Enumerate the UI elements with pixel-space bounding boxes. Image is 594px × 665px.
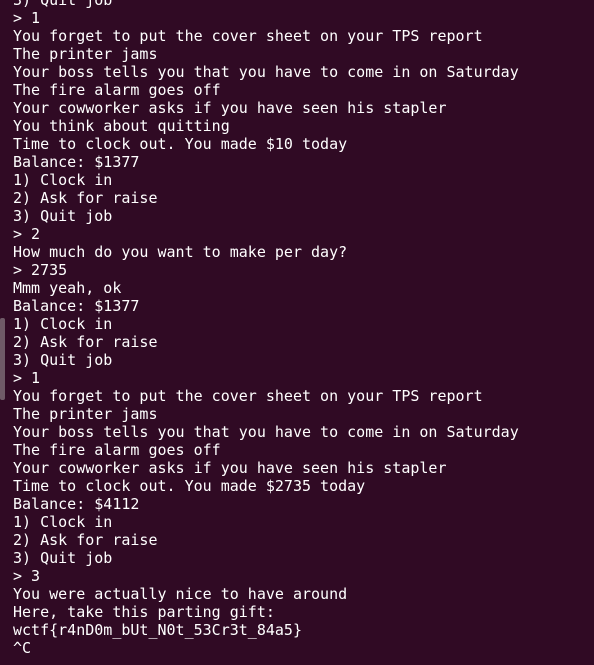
terminal-line: Your cowworker asks if you have seen his… xyxy=(13,99,447,117)
terminal-line: > 2735 xyxy=(13,261,68,279)
terminal-line: Here, take this parting gift: xyxy=(13,603,275,621)
terminal-line: 2) Ask for raise xyxy=(13,333,158,351)
terminal-line: Your boss tells you that you have to com… xyxy=(13,63,519,81)
terminal-line: 1) Clock in xyxy=(13,171,113,189)
terminal-line: 3) Quit job xyxy=(13,0,113,9)
terminal-line: Balance: $4112 xyxy=(13,495,140,513)
terminal-line: Balance: $1377 xyxy=(13,297,140,315)
terminal-window[interactable]: 3) Quit job > 1 You forget to put the cove… xyxy=(0,0,594,665)
scrollbar-thumb[interactable] xyxy=(0,318,5,400)
terminal-line: You think about quitting xyxy=(13,117,230,135)
terminal-line: > 1 xyxy=(13,369,41,387)
terminal-line: You were actually nice to have around xyxy=(13,585,348,603)
terminal-line: > 1 xyxy=(13,9,41,27)
terminal-line: 2) Ask for raise xyxy=(13,189,158,207)
terminal-line: 3) Quit job xyxy=(13,207,113,225)
shell-prompt[interactable]: $ xyxy=(13,656,69,665)
terminal-line: The fire alarm goes off xyxy=(13,81,221,99)
terminal-line: > 2 xyxy=(13,225,41,243)
terminal-line: The printer jams xyxy=(13,45,158,63)
terminal-line: The printer jams xyxy=(13,405,158,423)
terminal-line: 3) Quit job xyxy=(13,351,113,369)
terminal-line: 1) Clock in xyxy=(13,315,113,333)
terminal-line: ^C xyxy=(13,639,32,657)
terminal-line: The fire alarm goes off xyxy=(13,441,221,459)
terminal-line: You forget to put the cover sheet on you… xyxy=(13,27,483,45)
terminal-line: Mmm yeah, ok xyxy=(13,279,122,297)
terminal-line: You forget to put the cover sheet on you… xyxy=(13,387,483,405)
terminal-line: Time to clock out. You made $2735 today xyxy=(13,477,366,495)
terminal-line: 1) Clock in xyxy=(13,513,113,531)
terminal-line: 2) Ask for raise xyxy=(13,531,158,549)
terminal-line: wctf{r4nD0m_bUt_N0t_53Cr3t_84a5} xyxy=(13,621,302,639)
terminal-line: 3) Quit job xyxy=(13,549,113,567)
terminal-line: Time to clock out. You made $10 today xyxy=(13,135,348,153)
terminal-line: Balance: $1377 xyxy=(13,153,140,171)
terminal-line: Your boss tells you that you have to com… xyxy=(13,423,519,441)
terminal-line: How much do you want to make per day? xyxy=(13,243,348,261)
terminal-output: 3) Quit job > 1 You forget to put the cove… xyxy=(13,0,519,657)
terminal-line: Your cowworker asks if you have seen his… xyxy=(13,459,447,477)
terminal-line: > 3 xyxy=(13,567,41,585)
